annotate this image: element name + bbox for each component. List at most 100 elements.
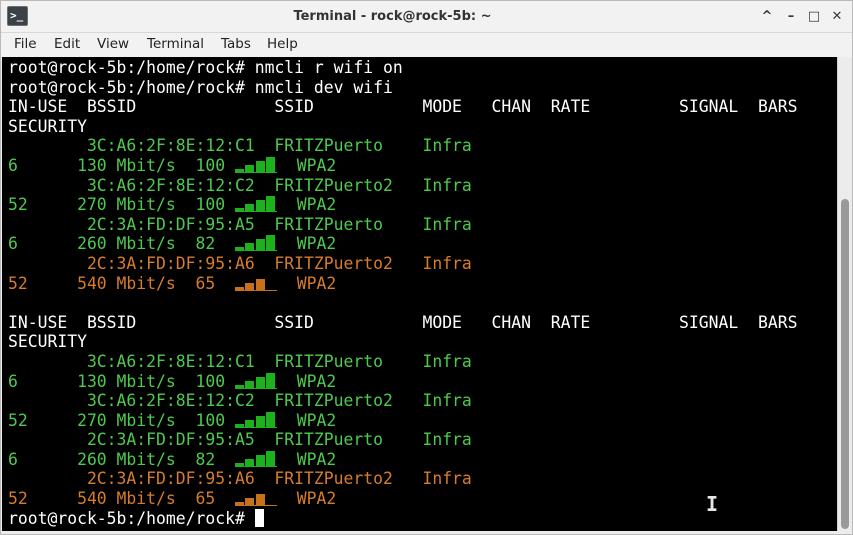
column-headers: IN-USE BSSID SSID MODE CHAN RATE SIGNAL … — [8, 97, 798, 117]
shell-prompt: root@rock-5b:/home/rock# — [8, 77, 255, 97]
menu-help[interactable]: Help — [267, 36, 298, 52]
signal-bars-icon — [234, 234, 277, 253]
terminal-text-area: root@rock-5b:/home/rock# nmcli r wifi on… — [8, 58, 797, 528]
network-security: WPA2 — [296, 195, 337, 215]
vertical-scrollbar[interactable] — [837, 57, 852, 531]
network-row: 2C:3A:FD:DF:95:A6 FRITZPuerto2 Infra — [8, 469, 797, 489]
close-button[interactable]: ✕ — [827, 7, 847, 27]
network-security: WPA2 — [296, 449, 337, 469]
signal-bars-icon — [234, 372, 277, 391]
network-detail-row: 6 130 Mbit/s 100 WPA2 — [8, 156, 797, 176]
network-bssid-ssid-mode: 3C:A6:2F:8E:12:C1 FRITZPuerto Infra — [8, 351, 472, 371]
table-header: IN-USE BSSID SSID MODE CHAN RATE SIGNAL … — [8, 313, 797, 333]
title-bar[interactable]: >_ Terminal - rock@rock-5b: ~ ^ – □ ✕ — [1, 1, 852, 33]
signal-bar-baseline — [234, 289, 277, 291]
network-detail-row: 52 540 Mbit/s 65 WPA2 — [8, 489, 797, 509]
network-bssid-ssid-mode: 3C:A6:2F:8E:12:C1 FRITZPuerto Infra — [8, 136, 472, 156]
table-header-security: SECURITY — [8, 117, 797, 137]
network-chan-rate-signal: 6 260 Mbit/s 82 — [8, 449, 226, 469]
network-chan-rate-signal: 52 270 Mbit/s 100 — [8, 410, 226, 430]
network-bssid-ssid-mode: 2C:3A:FD:DF:95:A6 FRITZPuerto2 Infra — [8, 253, 472, 273]
security-header: SECURITY — [8, 332, 87, 352]
text-cursor-icon: I — [706, 492, 719, 516]
network-row: 3C:A6:2F:8E:12:C1 FRITZPuerto Infra — [8, 352, 797, 372]
signal-bars-icon — [234, 411, 277, 430]
column-headers: IN-USE BSSID SSID MODE CHAN RATE SIGNAL … — [8, 312, 798, 332]
shell-prompt: root@rock-5b:/home/rock# — [8, 508, 255, 528]
signal-bar-baseline — [234, 426, 277, 428]
menu-terminal[interactable]: Terminal — [147, 36, 204, 52]
menu-view[interactable]: View — [97, 36, 129, 52]
network-row: 3C:A6:2F:8E:12:C1 FRITZPuerto Infra — [8, 136, 797, 156]
network-row: 2C:3A:FD:DF:95:A5 FRITZPuerto Infra — [8, 215, 797, 235]
signal-bar — [266, 235, 276, 252]
network-chan-rate-signal: 52 270 Mbit/s 100 — [8, 195, 226, 215]
window-title: Terminal - rock@rock-5b: ~ — [293, 9, 492, 24]
scrollbar-thumb[interactable] — [841, 199, 849, 529]
network-chan-rate-signal: 6 260 Mbit/s 82 — [8, 234, 226, 254]
menu-file[interactable]: File — [14, 36, 37, 52]
prompt-line: root@rock-5b:/home/rock# — [8, 508, 797, 529]
signal-bar-baseline — [234, 505, 277, 507]
network-chan-rate-signal: 6 130 Mbit/s 100 — [8, 155, 226, 175]
signal-bar-baseline — [234, 211, 277, 213]
maximize-button[interactable]: □ — [804, 7, 824, 27]
terminal-window: >_ Terminal - rock@rock-5b: ~ ^ – □ ✕ Fi… — [0, 0, 853, 535]
menu-bar: File Edit View Terminal Tabs Help — [1, 33, 852, 57]
signal-bars-icon — [234, 450, 277, 469]
network-security: WPA2 — [296, 410, 337, 430]
network-row: 3C:A6:2F:8E:12:C2 FRITZPuerto2 Infra — [8, 391, 797, 411]
signal-bar-baseline — [234, 387, 277, 389]
network-bssid-ssid-mode: 2C:3A:FD:DF:95:A6 FRITZPuerto2 Infra — [8, 469, 472, 489]
command-text: nmcli r wifi on — [254, 58, 403, 77]
network-chan-rate-signal: 52 540 Mbit/s 65 — [8, 489, 226, 509]
network-security: WPA2 — [296, 273, 337, 293]
minimize-button[interactable]: – — [781, 7, 801, 27]
network-row: 3C:A6:2F:8E:12:C2 FRITZPuerto2 Infra — [8, 176, 797, 196]
security-header: SECURITY — [8, 116, 87, 136]
network-detail-row: 52 270 Mbit/s 100 WPA2 — [8, 411, 797, 431]
signal-bar-baseline — [234, 171, 277, 173]
network-detail-row: 52 270 Mbit/s 100 WPA2 — [8, 195, 797, 215]
network-security: WPA2 — [296, 371, 337, 391]
signal-bars-icon — [234, 274, 277, 293]
signal-bar-baseline — [234, 465, 277, 467]
chevron-up-icon[interactable]: ^ — [757, 7, 777, 27]
network-row: 2C:3A:FD:DF:95:A6 FRITZPuerto2 Infra — [8, 254, 797, 274]
network-bssid-ssid-mode: 3C:A6:2F:8E:12:C2 FRITZPuerto2 Infra — [8, 391, 472, 411]
network-detail-row: 6 260 Mbit/s 82 WPA2 — [8, 234, 797, 254]
terminal-cursor — [254, 508, 264, 527]
signal-bar — [266, 411, 276, 428]
signal-bar — [266, 372, 276, 389]
signal-bars-icon — [234, 195, 277, 214]
menu-tabs[interactable]: Tabs — [221, 36, 251, 52]
terminal-output[interactable]: root@rock-5b:/home/rock# nmcli r wifi on… — [2, 57, 837, 531]
signal-bar — [266, 156, 276, 173]
signal-bars-icon — [234, 156, 277, 175]
network-chan-rate-signal: 6 130 Mbit/s 100 — [8, 371, 226, 391]
network-bssid-ssid-mode: 2C:3A:FD:DF:95:A5 FRITZPuerto Infra — [8, 430, 472, 450]
network-row: 2C:3A:FD:DF:95:A5 FRITZPuerto Infra — [8, 430, 797, 450]
network-bssid-ssid-mode: 2C:3A:FD:DF:95:A5 FRITZPuerto Infra — [8, 214, 472, 234]
command-line: root@rock-5b:/home/rock# nmcli r wifi on — [8, 58, 797, 78]
menu-edit[interactable]: Edit — [54, 36, 80, 52]
table-header-security: SECURITY — [8, 332, 797, 352]
signal-bar-baseline — [234, 250, 277, 252]
signal-bars-icon — [234, 489, 277, 508]
